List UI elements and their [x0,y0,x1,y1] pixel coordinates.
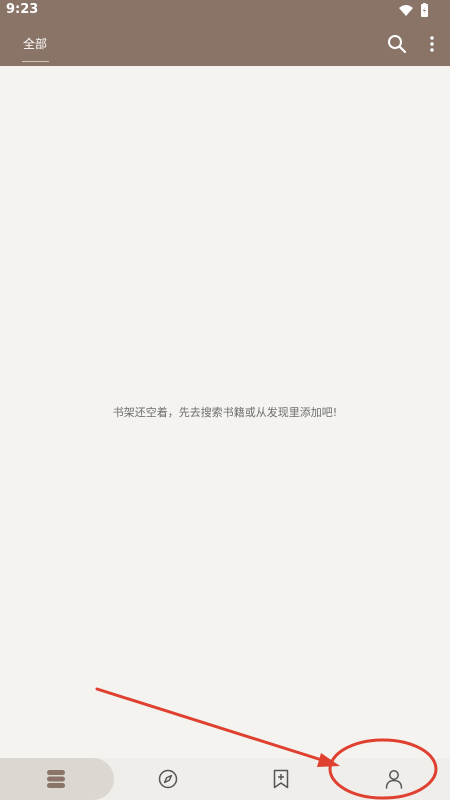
wifi-icon [399,5,413,16]
status-time: 9:23 [6,2,39,17]
status-bar: 9:23 [0,0,450,22]
empty-bookshelf-message: 书架还空着，先去搜索书籍或从发现里添加吧! [112,406,338,419]
annotation-overlay [95,687,438,800]
search-button[interactable] [386,33,408,55]
search-icon [388,35,407,54]
nav-discover[interactable] [112,758,224,800]
bookshelf-icon [47,770,65,788]
person-icon [385,770,403,789]
nav-mine[interactable] [338,758,450,800]
nav-bookmark[interactable] [224,758,336,800]
tab-all[interactable]: 全部 [22,22,49,66]
tab-indicator [22,61,49,62]
app-bar: 全部 [0,22,450,66]
nav-bookshelf[interactable] [0,758,114,800]
compass-icon [158,769,178,789]
bookmark-add-icon [273,769,289,789]
bottom-navigation [0,758,450,800]
annotation-arrow-line [95,687,327,763]
more-options-button[interactable] [421,33,443,55]
tab-all-label: 全部 [23,37,48,51]
battery-icon [421,3,428,17]
more-vertical-icon [430,36,434,52]
status-icons [398,3,430,19]
